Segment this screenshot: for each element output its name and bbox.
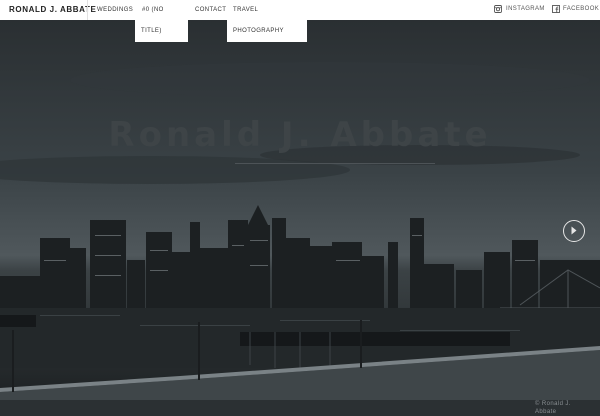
hero-title: Ronald J. Abbate xyxy=(108,115,492,155)
travel-dropdown-menu: PHOTOGRAPHY xyxy=(227,20,307,42)
nav-item-travel[interactable]: TRAVEL xyxy=(233,7,258,13)
instagram-link[interactable]: INSTAGRAM xyxy=(506,6,545,12)
copyright-line-1: © Ronald J. xyxy=(535,401,571,407)
nav-item-contact[interactable]: CONTACT xyxy=(195,7,226,13)
nav-item-no-title-continued[interactable]: TITLE) xyxy=(135,20,188,42)
menu-item-photography[interactable]: PHOTOGRAPHY xyxy=(233,27,284,35)
instagram-icon[interactable] xyxy=(494,5,502,13)
chevron-right-icon xyxy=(571,226,577,235)
city-skyline-image xyxy=(0,20,600,400)
nav-item-weddings[interactable]: WEDDINGS xyxy=(97,7,133,13)
nav-item-no-title[interactable]: #0 (NO xyxy=(142,7,164,13)
brand-divider xyxy=(87,0,88,20)
next-slide-button[interactable] xyxy=(563,220,585,242)
facebook-icon[interactable] xyxy=(552,5,560,13)
copyright-notice: © Ronald J. Abbate xyxy=(535,400,595,416)
copyright-line-2: Abbate xyxy=(535,409,557,415)
hero-slideshow: Ronald J. Abbate © Ronald J. Abbate xyxy=(0,20,600,415)
hero-divider xyxy=(235,163,435,164)
top-navigation-bar: RONALD J. ABBATE WEDDINGS #0 (NO CONTACT… xyxy=(0,0,600,20)
site-brand-logo[interactable]: RONALD J. ABBATE xyxy=(9,5,96,14)
facebook-link[interactable]: FACEBOOK xyxy=(563,6,599,12)
nav-item-no-title-line-2: TITLE) xyxy=(141,28,162,34)
